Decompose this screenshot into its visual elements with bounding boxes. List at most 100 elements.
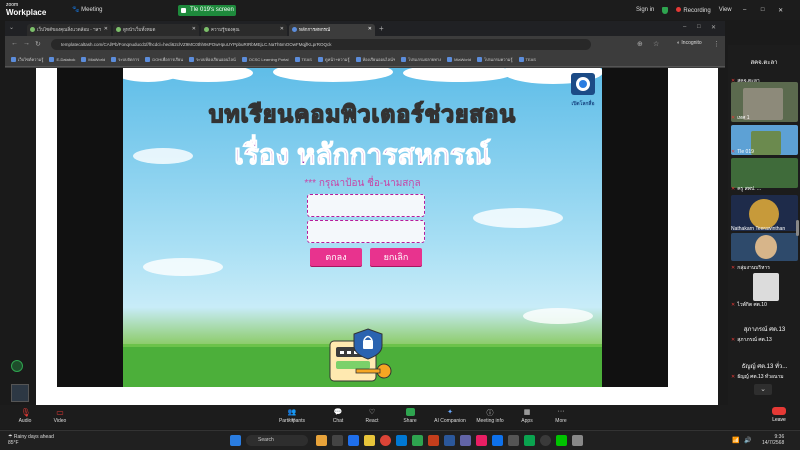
bookmark-item[interactable]: เว็บไซต์ความรู้	[11, 56, 43, 63]
meeting-info-button[interactable]: ⓘ Meeting info	[470, 408, 510, 424]
participant-name: ✕ ไวพ์กิต ศต.10	[731, 302, 767, 308]
app-icon[interactable]	[508, 435, 519, 446]
app-icon[interactable]	[316, 435, 327, 446]
task-view-icon[interactable]	[332, 435, 343, 446]
menu-kebab-icon[interactable]: ⋮	[713, 40, 720, 48]
bookmark-item[interactable]: ห้องเรียนออนไลน์ฯ	[355, 56, 395, 63]
react-button[interactable]: ♡ React	[352, 408, 392, 424]
chrome-icon[interactable]	[380, 435, 391, 446]
window-close-icon[interactable]: ✕	[711, 24, 716, 31]
meeting-toolbar: 🎙 Audio ▭ Video 👥 107 Participants 💬 Chat ♡ R…	[0, 405, 800, 429]
start-icon[interactable]	[230, 435, 241, 446]
url-bar[interactable]: templatecaltash.com/CAl/Pb/Fonqnuducd1f/…	[51, 39, 591, 50]
install-icon[interactable]: ⊕	[637, 40, 643, 48]
bookmark-item[interactable]: TEAS	[518, 57, 536, 62]
zoom-app-icon[interactable]	[492, 435, 503, 446]
incognito-label: Incognito	[681, 40, 702, 46]
ai-companion-button[interactable]: ✦ AI Companion	[426, 408, 474, 424]
surname-input[interactable]	[307, 220, 425, 243]
app-icon[interactable]	[476, 435, 487, 446]
bookmark-item[interactable]: DOHเพื่อการเรียน	[145, 56, 183, 63]
share-button[interactable]: Share	[390, 408, 430, 424]
mic-muted-icon: ✕	[731, 302, 736, 308]
file-explorer-icon[interactable]	[364, 435, 375, 446]
browser-tab[interactable]: เว็บไซต์ของคุณสิ่งแวดล้อม - ฯลฯ ✕	[27, 24, 111, 36]
participant-video[interactable]	[731, 233, 798, 261]
reload-icon[interactable]: ↻	[35, 40, 41, 48]
scroll-down-icon[interactable]: ⌄	[754, 384, 772, 395]
maximize-icon[interactable]: □	[758, 7, 768, 13]
companion-label: AI Companion	[434, 418, 466, 424]
meeting-menu[interactable]: 🐾 Meeting	[72, 6, 103, 13]
window-minimize-icon[interactable]: –	[683, 24, 686, 30]
close-tab-icon[interactable]: ✕	[280, 26, 284, 32]
browser-tab[interactable]: ความรู้ของคุณ ✕	[201, 24, 287, 36]
volume-icon[interactable]: 🔊	[744, 437, 751, 444]
more-button[interactable]: ··· More	[541, 408, 581, 424]
minimize-icon[interactable]: –	[740, 7, 750, 13]
participants-icon: 👥 107	[287, 409, 297, 422]
bookmark-item[interactable]: TEAS	[294, 57, 312, 62]
teams-icon[interactable]	[460, 435, 471, 446]
meeting-label: Meeting	[81, 7, 103, 13]
bookmark-item[interactable]: E-Databok	[49, 57, 75, 62]
participant-video[interactable]	[731, 273, 798, 301]
panel-scrollbar[interactable]	[796, 220, 799, 236]
shield-icon[interactable]	[662, 6, 669, 14]
participants-button[interactable]: 👥 107 Participants	[272, 408, 312, 424]
video-button[interactable]: ▭ Video	[40, 408, 80, 424]
incognito-badge[interactable]: ◐ Incognito	[677, 40, 702, 46]
participant-video[interactable]	[731, 158, 798, 188]
bookmark-item[interactable]: ระบบห้องเรียนออนไลน์	[189, 56, 236, 63]
taskbar-search[interactable]: Search	[246, 435, 308, 446]
bookmark-item[interactable]: โปรแกรมปลายทาง	[401, 56, 441, 63]
name-input[interactable]	[307, 194, 425, 217]
leave-button[interactable]: Leave	[764, 406, 794, 426]
close-tab-icon[interactable]: ✕	[104, 26, 108, 32]
screen-share-indicator[interactable]: Tle 019's screen	[178, 5, 236, 16]
new-tab-icon[interactable]: +	[379, 24, 384, 33]
browser-tab[interactable]: ดูหน้าเว็บทั้งหมด ✕	[113, 24, 199, 36]
close-icon[interactable]: ✕	[776, 7, 786, 14]
powerpoint-icon[interactable]	[428, 435, 439, 446]
close-tab-icon[interactable]: ✕	[368, 26, 372, 32]
taskbar-clock[interactable]: 9:36 14/7/2568	[762, 434, 784, 446]
app-icon[interactable]	[540, 435, 551, 446]
bookmark-label: ระบบจัดการ	[118, 57, 140, 62]
bookmark-item[interactable]: MiaWorld	[447, 57, 471, 62]
edge-icon[interactable]	[348, 435, 359, 446]
audio-button[interactable]: 🎙 Audio	[5, 408, 45, 424]
recording-indicator[interactable]: Recording	[676, 6, 711, 14]
bookmark-item[interactable]: MiaWorld	[81, 57, 105, 62]
screen-icon	[181, 8, 186, 13]
bookmark-item[interactable]: ระบบจัดการ	[111, 56, 139, 63]
bookmark-item[interactable]: ดูหน้า+ความรู้	[317, 56, 350, 63]
view-button[interactable]: View	[719, 7, 732, 13]
weather-widget[interactable]: ☂ Rainy days ahead 85°F	[8, 434, 54, 446]
app-icon[interactable]	[524, 435, 535, 446]
line-icon[interactable]	[556, 435, 567, 446]
ok-button[interactable]: ตกลง	[310, 248, 362, 266]
forward-icon[interactable]: →	[23, 40, 30, 47]
back-icon[interactable]: ←	[11, 40, 18, 47]
store-icon[interactable]	[396, 435, 407, 446]
close-tab-icon[interactable]: ✕	[192, 26, 196, 32]
bookmark-item[interactable]: โปรแกรมความรู้	[476, 56, 513, 63]
wifi-icon[interactable]: 📶	[732, 437, 739, 444]
window-maximize-icon[interactable]: □	[697, 24, 701, 30]
word-icon[interactable]	[444, 435, 455, 446]
excel-icon[interactable]	[412, 435, 423, 446]
edit-icon[interactable]	[11, 360, 23, 372]
signin-link[interactable]: Sign in	[636, 7, 654, 13]
self-view-thumbnail[interactable]	[11, 384, 29, 402]
browser-tab-active[interactable]: หลักการสหกรณ์ ✕	[289, 24, 375, 36]
bookmark-item[interactable]: OCSC Learning Portal	[241, 57, 289, 62]
more-label: More	[555, 418, 567, 424]
participants-panel: สคจ.ตะลา ✕ สคจ.ตะลา ✕ เทศ 1 ✕ Tle 019 ✕ ครู …	[728, 45, 800, 405]
cancel-button[interactable]: ยกเลิก	[370, 248, 422, 266]
app-icon[interactable]	[572, 435, 583, 446]
bookmark-star-icon[interactable]: ☆	[653, 40, 659, 48]
tab-search-icon[interactable]: ⌄	[9, 24, 14, 31]
bookmark-label: E-Databok	[56, 57, 76, 62]
record-dot-icon	[676, 6, 682, 12]
